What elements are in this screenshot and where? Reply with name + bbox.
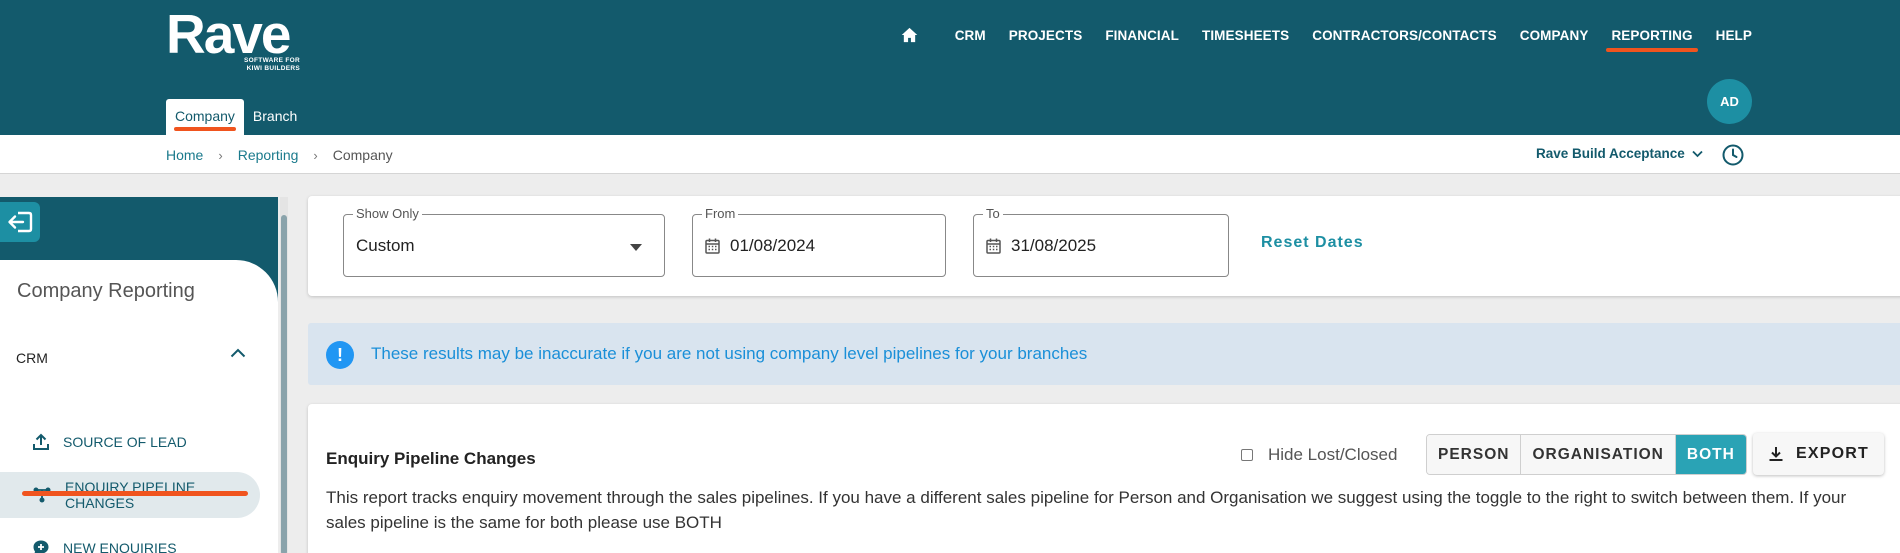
from-date-value: 01/08/2024 — [730, 236, 816, 255]
toggle-person[interactable]: PERSON — [1427, 435, 1522, 474]
nav-help[interactable]: HELP — [1716, 28, 1752, 43]
sidebar-item-source-of-lead[interactable]: SOURCE OF LEAD — [0, 419, 260, 465]
calendar-icon — [705, 238, 720, 254]
info-banner-text: These results may be inaccurate if you a… — [371, 344, 1088, 363]
hide-lost-closed-checkbox[interactable]: Hide Lost/Closed — [1241, 445, 1397, 465]
tab-company[interactable]: Company — [166, 99, 244, 135]
breadcrumb-home[interactable]: Home — [166, 147, 203, 163]
scrollbar-thumb[interactable] — [281, 215, 287, 553]
show-only-label: Show Only — [353, 206, 422, 221]
tab-branch[interactable]: Branch — [244, 99, 306, 135]
sidebar-panel: Company Reporting CRM SOURCE OF LEAD ENQ… — [0, 260, 278, 553]
nav-reporting[interactable]: REPORTING — [1606, 28, 1698, 52]
environment-selected: Rave Build Acceptance — [1536, 146, 1685, 161]
hide-lost-closed-label: Hide Lost/Closed — [1268, 445, 1398, 464]
active-item-underline — [22, 491, 248, 496]
breadcrumb-current: Company — [332, 147, 393, 163]
environment-selector[interactable]: Rave Build Acceptance — [1536, 146, 1703, 161]
history-icon[interactable] — [1721, 143, 1745, 167]
sidebar-scrollbar[interactable] — [280, 197, 288, 553]
sidebar: Company Reporting CRM SOURCE OF LEAD ENQ… — [0, 197, 278, 553]
show-only-value: Custom — [356, 236, 415, 255]
calendar-icon — [986, 238, 1001, 254]
nav-crm[interactable]: CRM — [955, 28, 986, 43]
rave-logo[interactable]: Rave SOFTWARE FOR KIWI BUILDERS — [166, 3, 302, 74]
report-description: This report tracks enquiry movement thro… — [326, 488, 1847, 532]
sidebar-title: Company Reporting — [17, 280, 195, 302]
download-icon — [1769, 447, 1783, 461]
info-banner: ! These results may be inaccurate if you… — [308, 323, 1900, 385]
info-icon: ! — [326, 341, 354, 369]
sidebar-section-crm[interactable]: CRM — [16, 348, 246, 366]
sidebar-item-new-enquiries[interactable]: NEW ENQUIRIES — [0, 525, 260, 553]
breadcrumb-bar: Home › Reporting › Company Rave Build Ac… — [0, 135, 1900, 174]
upload-icon — [33, 433, 49, 450]
user-avatar[interactable]: AD — [1707, 79, 1752, 124]
to-label: To — [983, 206, 1003, 221]
chevron-right-icon: › — [313, 147, 318, 163]
collapse-sidebar-button[interactable] — [0, 202, 40, 242]
logo-wordmark: Rave — [166, 3, 291, 65]
report-title: Enquiry Pipeline Changes — [326, 449, 536, 468]
nav-financial[interactable]: FINANCIAL — [1105, 28, 1179, 43]
logo-tagline: SOFTWARE FOR KIWI BUILDERS — [244, 57, 300, 72]
to-date-value: 31/08/2025 — [1011, 236, 1097, 255]
checkbox-icon[interactable] — [1241, 449, 1253, 461]
pipeline-type-toggle: PERSON ORGANISATION BOTH — [1426, 434, 1747, 475]
to-date-field[interactable]: To 31/08/2025 — [973, 206, 1229, 277]
chevron-right-icon: › — [218, 147, 223, 163]
nav-projects[interactable]: PROJECTS — [1009, 28, 1083, 43]
main-nav: CRM PROJECTS FINANCIAL TIMESHEETS CONTRA… — [901, 24, 1752, 52]
nav-contractors-contacts[interactable]: CONTRACTORS/CONTACTS — [1312, 28, 1497, 43]
reset-dates-button[interactable]: Reset Dates — [1261, 234, 1364, 252]
nav-company[interactable]: COMPANY — [1520, 28, 1589, 43]
home-icon[interactable] — [901, 27, 918, 43]
breadcrumb: Home › Reporting › Company — [166, 147, 393, 163]
report-scope-tabs: Company Branch — [166, 99, 306, 135]
app-header: Rave SOFTWARE FOR KIWI BUILDERS CRM PROJ… — [0, 0, 1900, 135]
toggle-both[interactable]: BOTH — [1675, 435, 1746, 474]
chevron-up-icon — [230, 348, 246, 358]
export-label: EXPORT — [1796, 445, 1869, 462]
nav-timesheets[interactable]: TIMESHEETS — [1202, 28, 1289, 43]
caret-down-icon — [630, 244, 642, 251]
from-date-field[interactable]: From 01/08/2024 — [692, 206, 946, 277]
toggle-organisation[interactable]: ORGANISATION — [1521, 435, 1676, 474]
export-button[interactable]: EXPORT — [1753, 433, 1884, 475]
from-label: From — [702, 206, 739, 221]
report-card: Enquiry Pipeline Changes Hide Lost/Close… — [308, 404, 1900, 553]
chevron-down-icon — [1692, 150, 1703, 157]
breadcrumb-reporting[interactable]: Reporting — [238, 147, 299, 163]
date-filter-card: Show Only Custom From 01/08/2024 To 31/0… — [308, 196, 1900, 296]
exit-arrow-icon — [8, 211, 33, 233]
show-only-select[interactable]: Show Only Custom — [343, 206, 665, 277]
chat-plus-icon — [33, 540, 49, 553]
